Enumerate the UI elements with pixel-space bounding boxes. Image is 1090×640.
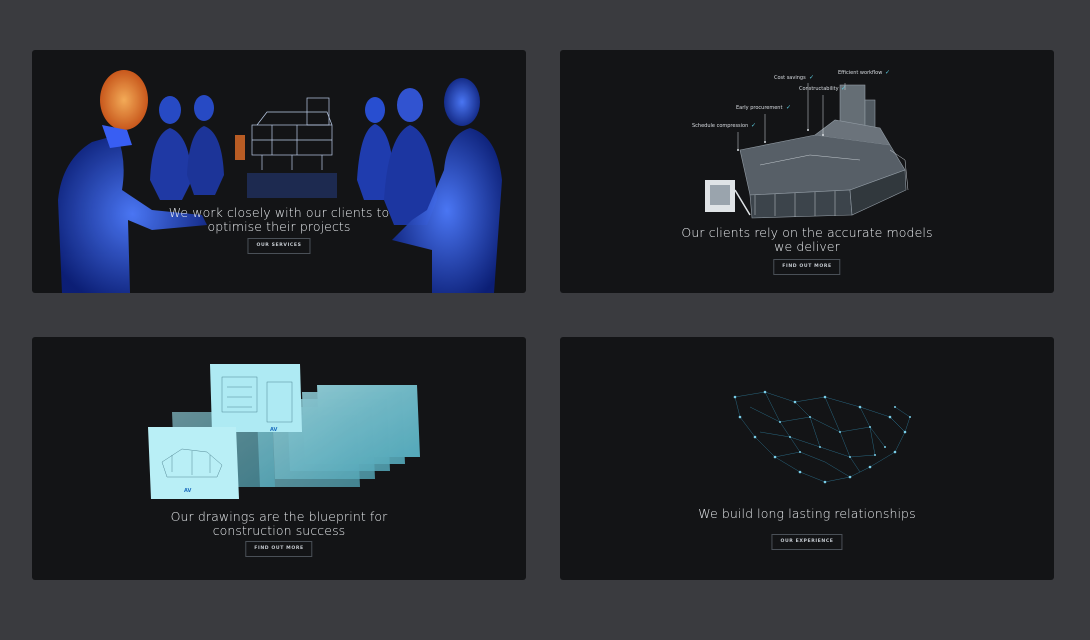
svg-text:✓: ✓ [751,122,756,129]
relationships-panel: We build long lasting relationships OUR … [560,337,1054,580]
caption-line: optimise their projects [207,219,351,234]
hologram-team-illustration [58,70,502,293]
svg-text:✓: ✓ [809,74,814,81]
caption-line: We work closely with our clients to [168,205,390,220]
drawings-caption: Our drawings are the blueprint for const… [32,510,526,538]
svg-text:✓: ✓ [841,85,846,92]
svg-text:✓: ✓ [885,69,890,76]
checklist-efficient-workflow: Efficient workflow [838,70,882,76]
caption-line: we deliver [774,239,840,254]
checklist-schedule-compression: Schedule compression [692,123,748,129]
models-panel: Cost savings ✓ Efficient workflow ✓ Cons… [560,50,1054,293]
svg-text:AV: AV [270,427,278,433]
caption-line: We build long lasting relationships [698,506,916,521]
models-caption: Our clients rely on the accurate models … [560,226,1054,254]
3d-plant-model-illustration: Cost savings ✓ Efficient workflow ✓ Cons… [692,69,909,219]
services-panel: We work closely with our clients to opti… [32,50,526,293]
checklist-cost-savings: Cost savings [774,75,806,81]
relationships-caption: We build long lasting relationships [560,507,1054,521]
our-services-button[interactable]: OUR SERVICES [247,238,311,254]
drawings-panel: AV AV Our drawings are the blueprint for… [32,337,526,580]
find-out-more-button[interactable]: FIND OUT MORE [245,541,313,557]
svg-text:AV: AV [184,488,192,494]
find-out-more-button[interactable]: FIND OUT MORE [773,259,841,275]
services-caption: We work closely with our clients to opti… [32,206,526,234]
svg-text:✓: ✓ [786,104,791,111]
caption-line: Our clients rely on the accurate models [681,225,933,240]
caption-line: Our drawings are the blueprint for [170,509,388,524]
checklist-constructability: Constructability [799,86,839,92]
caption-line: construction success [212,523,346,538]
checklist-early-procurement: Early procurement [736,105,782,111]
our-experience-button[interactable]: OUR EXPERIENCE [771,534,843,550]
